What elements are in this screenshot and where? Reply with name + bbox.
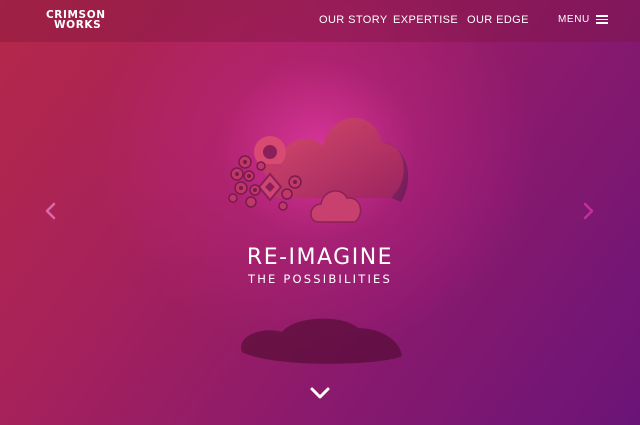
chevron-right-icon[interactable]: [581, 202, 595, 220]
brand-line-2: WORKS: [54, 19, 102, 31]
menu-label: MENU: [558, 14, 590, 25]
chevron-down-icon[interactable]: [309, 386, 331, 400]
cloud-shadow: [241, 318, 402, 364]
hero-title: RE-IMAGINE: [246, 245, 394, 270]
cloud-location-icon: [228, 117, 409, 223]
nav-expertise[interactable]: EXPERTISE: [393, 14, 458, 26]
chevron-left-icon[interactable]: [44, 202, 58, 220]
brand-logo[interactable]: CRIMSON WORKS: [46, 10, 106, 31]
hamburger-icon: [595, 15, 608, 24]
menu-button[interactable]: MENU: [558, 14, 608, 25]
nav-our-story[interactable]: OUR STORY: [319, 14, 388, 26]
hero-subtitle: THE POSSIBILITIES: [247, 272, 393, 286]
nav-our-edge[interactable]: OUR EDGE: [467, 14, 529, 26]
